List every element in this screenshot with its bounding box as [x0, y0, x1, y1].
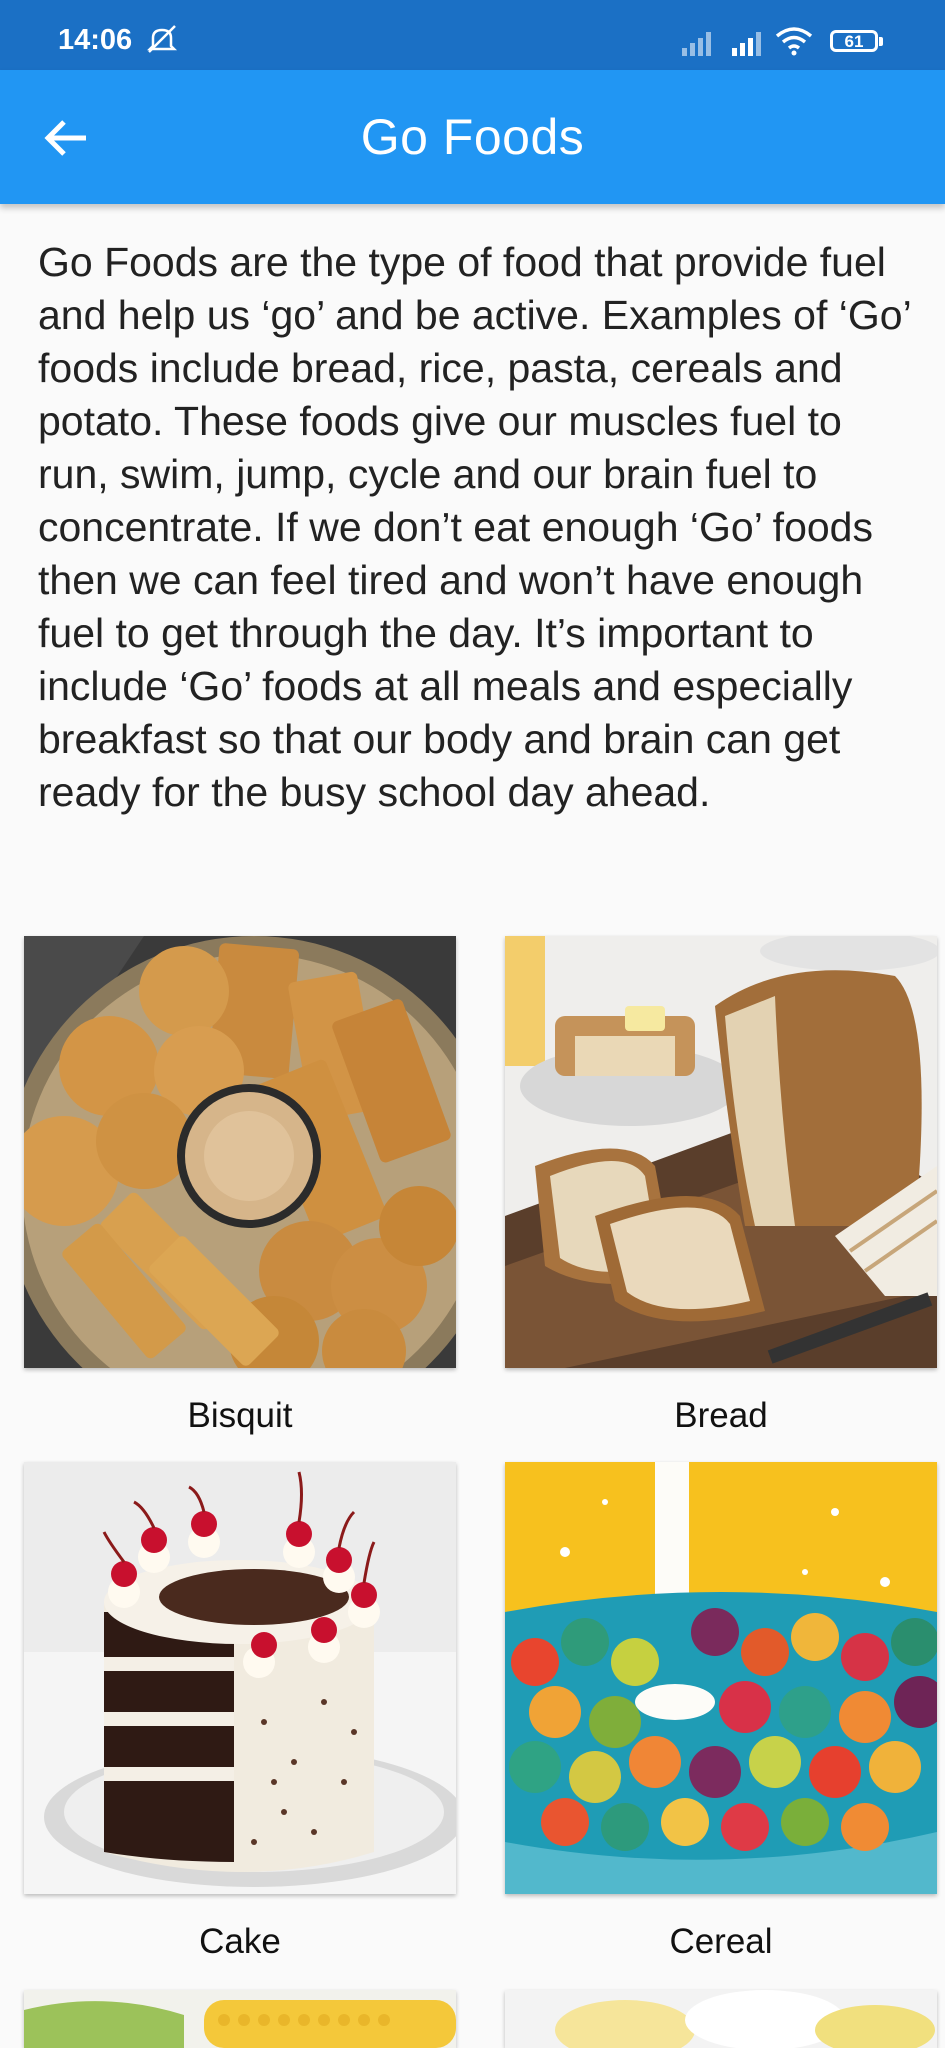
status-time: 14:06	[58, 24, 133, 56]
food-image-cake[interactable]	[24, 1462, 456, 1894]
food-image-6[interactable]	[505, 1990, 937, 2048]
food-image-5[interactable]	[24, 1990, 456, 2048]
food-card-cereal[interactable]: Cereal	[505, 1462, 937, 1962]
signal-icon	[682, 32, 711, 56]
food-label: Bread	[674, 1396, 768, 1435]
status-bar: 14:06 61	[0, 0, 945, 70]
food-image-bisquit[interactable]	[24, 936, 456, 1368]
food-label: Cereal	[669, 1922, 773, 1961]
food-card-bisquit[interactable]: Bisquit	[24, 936, 456, 1436]
food-card-cake[interactable]: Cake	[24, 1462, 456, 1962]
food-label: Bisquit	[187, 1396, 293, 1435]
food-card-bread[interactable]: Bread	[505, 936, 937, 1436]
food-label: Cake	[199, 1922, 281, 1961]
food-image-cereal[interactable]	[505, 1462, 937, 1894]
description-text: Go Foods are the type of food that provi…	[38, 239, 911, 815]
food-card-6[interactable]	[505, 1990, 937, 2048]
battery-level: 61	[844, 32, 864, 51]
food-image-bread[interactable]	[505, 936, 937, 1368]
page-title: Go Foods	[360, 109, 585, 165]
battery-icon: 61	[830, 30, 883, 52]
signal-icon	[732, 32, 761, 56]
mute-icon	[146, 25, 178, 53]
food-card-5[interactable]	[24, 1990, 456, 2048]
app-bar: Go Foods	[0, 70, 945, 204]
wifi-icon	[775, 27, 813, 56]
